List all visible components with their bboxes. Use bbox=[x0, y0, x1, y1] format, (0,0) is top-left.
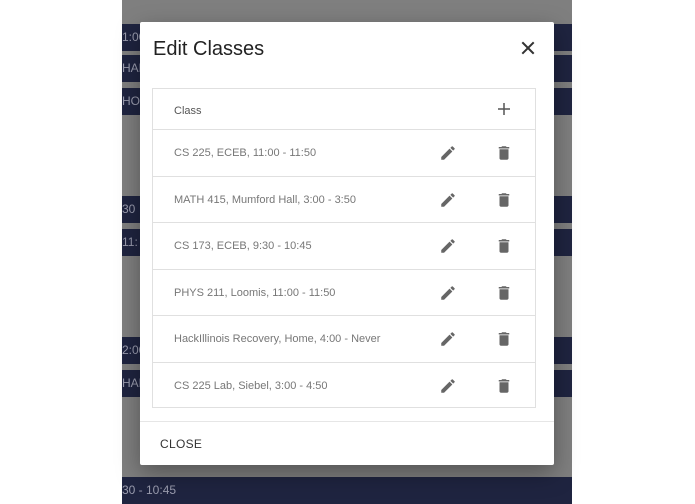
trash-icon[interactable] bbox=[495, 237, 513, 255]
plus-icon[interactable] bbox=[496, 101, 512, 117]
class-entry: CS 225 Lab, Siebel, 3:00 - 4:50 bbox=[174, 379, 328, 392]
table-row: PHYS 211, Loomis, 11:00 - 11:50 bbox=[153, 270, 535, 316]
background-bar-text: 30 bbox=[122, 202, 136, 216]
column-header-class: Class bbox=[174, 105, 202, 117]
classes-table: Class CS 225, ECEB, 11:00 - 11:50 MATH 4… bbox=[152, 88, 536, 408]
pencil-icon[interactable] bbox=[439, 237, 457, 255]
table-row: MATH 415, Mumford Hall, 3:00 - 3:50 bbox=[153, 177, 535, 223]
class-entry: CS 173, ECEB, 9:30 - 10:45 bbox=[174, 240, 312, 252]
close-icon[interactable] bbox=[519, 39, 537, 57]
pencil-icon[interactable] bbox=[439, 144, 457, 162]
trash-icon[interactable] bbox=[495, 330, 513, 348]
table-row: CS 225, ECEB, 11:00 - 11:50 bbox=[153, 130, 535, 177]
table-header: Class bbox=[153, 89, 535, 130]
trash-icon[interactable] bbox=[495, 191, 513, 209]
table-row: CS 173, ECEB, 9:30 - 10:45 bbox=[153, 223, 535, 270]
pencil-icon[interactable] bbox=[439, 191, 457, 209]
pencil-icon[interactable] bbox=[439, 377, 457, 395]
trash-icon[interactable] bbox=[495, 144, 513, 162]
class-entry: HackIllinois Recovery, Home, 4:00 - Neve… bbox=[174, 333, 381, 345]
trash-icon[interactable] bbox=[495, 284, 513, 302]
pencil-icon[interactable] bbox=[439, 284, 457, 302]
class-entry: PHYS 211, Loomis, 11:00 - 11:50 bbox=[174, 286, 336, 299]
edit-classes-dialog: Edit Classes Class CS 225, ECEB, 11:00 -… bbox=[140, 22, 554, 465]
class-entry: MATH 415, Mumford Hall, 3:00 - 3:50 bbox=[174, 193, 356, 206]
background-bar-text: HO bbox=[122, 94, 140, 108]
close-button[interactable]: CLOSE bbox=[160, 437, 202, 451]
table-row: CS 225 Lab, Siebel, 3:00 - 4:50 bbox=[153, 363, 535, 410]
background-bar-text: 30 - 10:45 bbox=[122, 483, 177, 497]
dialog-title: Edit Classes bbox=[153, 38, 265, 60]
pencil-icon[interactable] bbox=[439, 330, 457, 348]
dialog-divider bbox=[140, 421, 554, 422]
table-row: HackIllinois Recovery, Home, 4:00 - Neve… bbox=[153, 316, 535, 363]
class-entry: CS 225, ECEB, 11:00 - 11:50 bbox=[174, 147, 317, 159]
background-bar-text: 11: bbox=[122, 235, 138, 249]
trash-icon[interactable] bbox=[495, 377, 513, 395]
background-bar: 30 - 10:45 bbox=[122, 477, 572, 504]
